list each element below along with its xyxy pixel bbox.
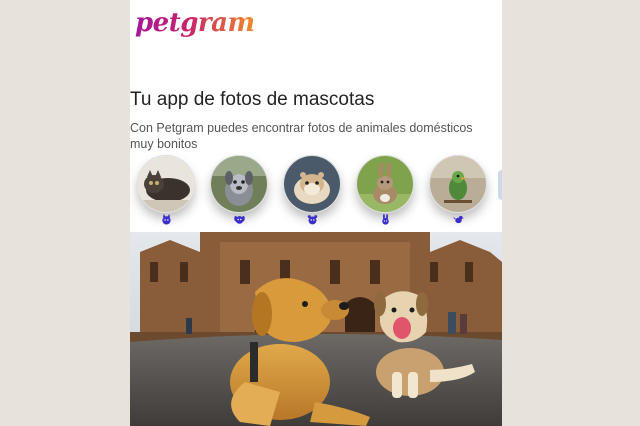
category-item-next[interactable] [498,154,502,230]
page-subtitle: Con Petgram puedes encontrar fotos de an… [130,121,473,151]
category-list [130,154,502,230]
hamster-face-icon [282,214,342,228]
category-item-bird[interactable] [428,154,488,230]
page-title: Tu app de fotos de mascotas [130,89,375,110]
category-item-dog[interactable] [209,154,269,230]
category-item-rabbit[interactable] [355,154,415,230]
category-image-next [498,170,502,200]
app-frame: petgram Tu app de fotos de mascotas Con … [130,0,502,426]
category-item-hamster[interactable] [282,154,342,230]
category-image-hamster [283,155,341,213]
category-image-dog [210,155,268,213]
cat-face-icon [136,214,196,228]
category-image-rabbit [356,155,414,213]
petgram-logo[interactable]: petgram [135,8,255,38]
category-item-cat[interactable] [136,154,196,230]
category-image-bird [429,155,487,213]
rabbit-face-icon [355,214,415,228]
feed-photo[interactable] [130,232,502,426]
dog-face-icon [209,214,269,228]
category-image-cat [137,155,195,213]
bird-icon [428,214,488,228]
